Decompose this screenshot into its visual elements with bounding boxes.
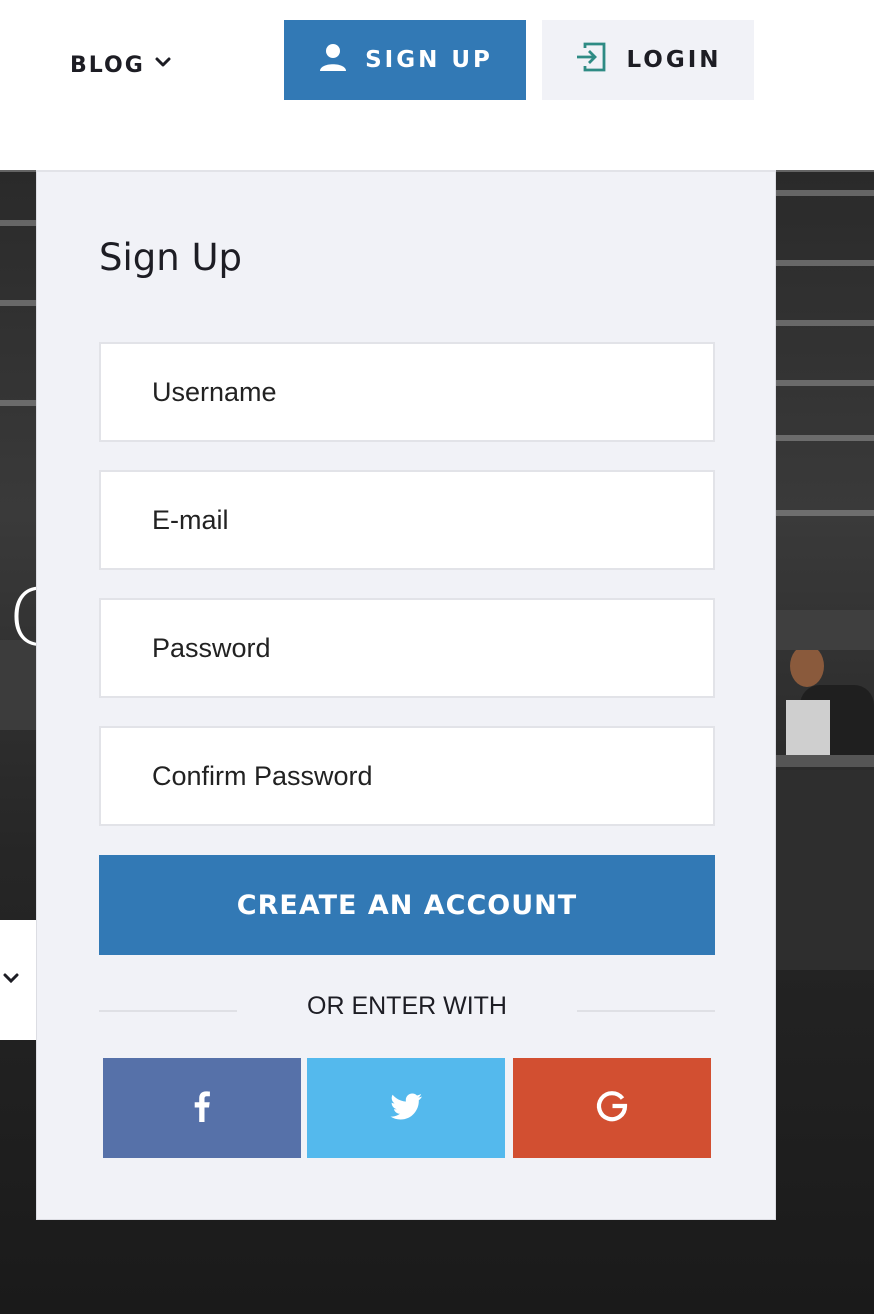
desk xyxy=(776,755,874,767)
ceiling-beam xyxy=(0,300,36,306)
password-input[interactable] xyxy=(152,600,713,696)
ceiling-beam xyxy=(776,320,874,326)
or-enter-with-label: OR ENTER WITH xyxy=(307,992,507,1020)
username-field[interactable] xyxy=(99,342,715,442)
email-field[interactable] xyxy=(99,470,715,570)
top-nav: BLOG SIGN UP LOGIN xyxy=(0,0,874,170)
twitter-icon xyxy=(386,1086,426,1130)
facebook-icon xyxy=(182,1086,222,1130)
signup-button[interactable]: SIGN UP xyxy=(284,20,526,100)
login-icon xyxy=(574,40,608,80)
person-head xyxy=(790,645,824,687)
chevron-down-icon xyxy=(153,52,173,78)
password-field[interactable] xyxy=(99,598,715,698)
divider-line-right xyxy=(577,1010,715,1012)
monitor-row xyxy=(776,610,874,650)
create-account-button[interactable]: CREATE AN ACCOUNT xyxy=(99,855,715,955)
laptop xyxy=(786,700,830,756)
ceiling-beam xyxy=(776,190,874,196)
ceiling-beam xyxy=(0,220,36,226)
confirm-password-input[interactable] xyxy=(152,728,713,824)
ceiling-beam xyxy=(776,260,874,266)
google-icon xyxy=(592,1086,632,1130)
chevron-down-icon xyxy=(2,969,20,991)
google-login-button[interactable] xyxy=(513,1058,711,1158)
blog-menu-label: BLOG xyxy=(70,52,145,78)
ceiling-beam xyxy=(776,380,874,386)
username-input[interactable] xyxy=(152,344,713,440)
email-input[interactable] xyxy=(152,472,713,568)
desk-front xyxy=(776,770,874,970)
signup-panel: Sign Up CREATE AN ACCOUNT OR ENTER WITH xyxy=(36,170,776,1220)
ceiling-beam xyxy=(776,435,874,441)
user-icon xyxy=(317,41,349,79)
blog-menu[interactable]: BLOG xyxy=(70,48,173,82)
ceiling-beam xyxy=(0,400,36,406)
ceiling-beam xyxy=(776,510,874,516)
signup-title: Sign Up xyxy=(99,236,243,279)
login-button-label: LOGIN xyxy=(626,47,722,73)
signup-button-label: SIGN UP xyxy=(365,47,493,73)
login-button[interactable]: LOGIN xyxy=(542,20,754,100)
confirm-password-field[interactable] xyxy=(99,726,715,826)
twitter-login-button[interactable] xyxy=(307,1058,505,1158)
hero-select-dropdown[interactable] xyxy=(0,920,40,1040)
facebook-login-button[interactable] xyxy=(103,1058,301,1158)
